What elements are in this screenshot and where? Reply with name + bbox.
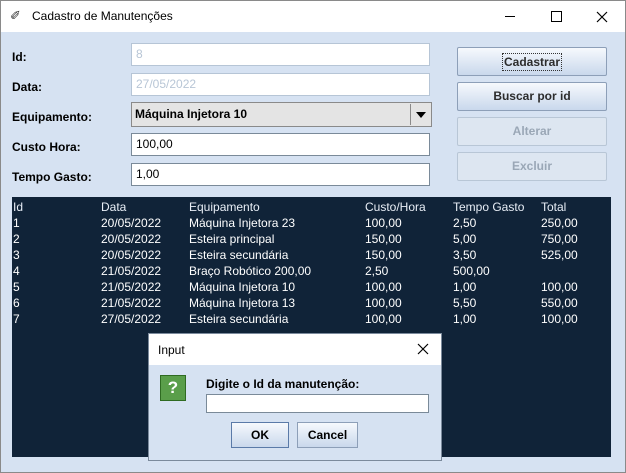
- excluir-button[interactable]: Excluir: [457, 152, 607, 181]
- cell-equipamento: Máquina Injetora 23: [189, 216, 296, 230]
- cell-data: 20/05/2022: [101, 216, 162, 230]
- close-button[interactable]: [579, 1, 625, 32]
- cell-equipamento: Esteira secundária: [189, 248, 289, 262]
- minimize-icon: [505, 16, 515, 17]
- id-field: 8: [131, 43, 430, 66]
- header-total: Total: [541, 200, 567, 214]
- cell-equipamento: Braço Robótico 200,00: [189, 264, 312, 278]
- cell-id: 6: [13, 296, 20, 310]
- cell-custo-hora: 100,00: [365, 280, 402, 294]
- cell-id: 4: [13, 264, 20, 278]
- minimize-button[interactable]: [487, 1, 533, 32]
- chevron-down-icon[interactable]: [410, 104, 430, 125]
- cell-equipamento: Máquina Injetora 10: [189, 280, 296, 294]
- custo-hora-field[interactable]: 100,00: [131, 133, 430, 156]
- header-custo-hora: Custo/Hora: [365, 200, 426, 214]
- cadastrar-label: Cadastrar: [501, 53, 563, 71]
- cell-total: 525,00: [541, 248, 578, 262]
- cell-id: 5: [13, 280, 20, 294]
- id-label: Id:: [12, 50, 27, 64]
- cell-custo-hora: 100,00: [365, 296, 402, 310]
- cell-id: 2: [13, 232, 20, 246]
- cadastrar-button[interactable]: Cadastrar: [457, 47, 607, 76]
- table-row[interactable]: 1 20/05/2022 Máquina Injetora 23 100,00 …: [12, 215, 611, 231]
- cell-custo-hora: 100,00: [365, 312, 402, 326]
- window-title: Cadastro de Manutenções: [32, 9, 173, 23]
- cell-total: 750,00: [541, 232, 578, 246]
- cell-total: 550,00: [541, 296, 578, 310]
- equipamento-select[interactable]: Máquina Injetora 10: [131, 102, 432, 127]
- cancel-button[interactable]: Cancel: [297, 422, 358, 448]
- question-icon: ?: [160, 375, 186, 401]
- dialog-id-input[interactable]: [206, 394, 429, 413]
- cell-custo-hora: 150,00: [365, 248, 402, 262]
- cell-data: 20/05/2022: [101, 248, 162, 262]
- table-row[interactable]: 4 21/05/2022 Braço Robótico 200,00 2,50 …: [12, 263, 611, 279]
- cell-custo-hora: 2,50: [365, 264, 389, 278]
- maximize-icon: [550, 11, 562, 22]
- cell-equipamento: Esteira secundária: [189, 312, 289, 326]
- cell-total: 100,00: [541, 280, 578, 294]
- close-icon: [596, 11, 608, 22]
- equipamento-selected-value: Máquina Injetora 10: [135, 107, 248, 121]
- title-bar: ✐ Cadastro de Manutenções: [1, 1, 625, 32]
- tempo-gasto-field[interactable]: 1,00: [131, 163, 430, 186]
- equipamento-label: Equipamento:: [12, 110, 92, 124]
- input-dialog: Input ? Digite o Id da manutenção: OK Ca…: [148, 333, 442, 461]
- cell-tempo-gasto: 1,00: [453, 312, 477, 326]
- cell-tempo-gasto: 5,00: [453, 232, 477, 246]
- table-row[interactable]: 5 21/05/2022 Máquina Injetora 10 100,00 …: [12, 279, 611, 295]
- maximize-button[interactable]: [533, 1, 579, 32]
- cell-data: 20/05/2022: [101, 232, 162, 246]
- cell-tempo-gasto: 3,50: [453, 248, 477, 262]
- table-row[interactable]: 6 21/05/2022 Máquina Injetora 13 100,00 …: [12, 295, 611, 311]
- header-id: Id: [13, 200, 24, 214]
- custo-hora-label: Custo Hora:: [12, 140, 81, 154]
- cell-data: 21/05/2022: [101, 280, 162, 294]
- close-icon: [417, 343, 429, 355]
- cell-id: 3: [13, 248, 20, 262]
- data-label: Data:: [12, 80, 43, 94]
- cell-tempo-gasto: 1,00: [453, 280, 477, 294]
- cell-id: 7: [13, 312, 20, 326]
- ok-button[interactable]: OK: [231, 422, 289, 448]
- table-row[interactable]: 3 20/05/2022 Esteira secundária 150,00 3…: [12, 247, 611, 263]
- header-data: Data: [101, 200, 127, 214]
- tempo-gasto-label: Tempo Gasto:: [12, 170, 92, 184]
- cell-total: 250,00: [541, 216, 578, 230]
- table-header-row: Id Data Equipamento Custo/Hora Tempo Gas…: [12, 199, 611, 215]
- header-tempo-gasto: Tempo Gasto: [453, 200, 525, 214]
- cell-data: 27/05/2022: [101, 312, 162, 326]
- cell-tempo-gasto: 5,50: [453, 296, 477, 310]
- dialog-title: Input: [158, 343, 185, 357]
- table-row[interactable]: 2 20/05/2022 Esteira principal 150,00 5,…: [12, 231, 611, 247]
- cell-data: 21/05/2022: [101, 264, 162, 278]
- alterar-button[interactable]: Alterar: [457, 117, 607, 146]
- cell-equipamento: Esteira principal: [189, 232, 275, 246]
- header-equipamento: Equipamento: [189, 200, 260, 214]
- cell-id: 1: [13, 216, 20, 230]
- cell-tempo-gasto: 2,50: [453, 216, 477, 230]
- dialog-message: Digite o Id da manutenção:: [206, 377, 360, 391]
- cell-custo-hora: 150,00: [365, 232, 402, 246]
- cell-equipamento: Máquina Injetora 13: [189, 296, 296, 310]
- cell-total: 100,00: [541, 312, 578, 326]
- data-field: 27/05/2022: [131, 73, 430, 96]
- dialog-title-bar: Input: [149, 334, 441, 365]
- java-app-icon: ✐: [10, 8, 21, 23]
- cell-custo-hora: 100,00: [365, 216, 402, 230]
- table-row[interactable]: 7 27/05/2022 Esteira secundária 100,00 1…: [12, 311, 611, 327]
- buscar-por-id-button[interactable]: Buscar por id: [457, 82, 607, 111]
- cell-tempo-gasto: 500,00: [453, 264, 490, 278]
- cell-data: 21/05/2022: [101, 296, 162, 310]
- dialog-close-button[interactable]: [409, 337, 437, 361]
